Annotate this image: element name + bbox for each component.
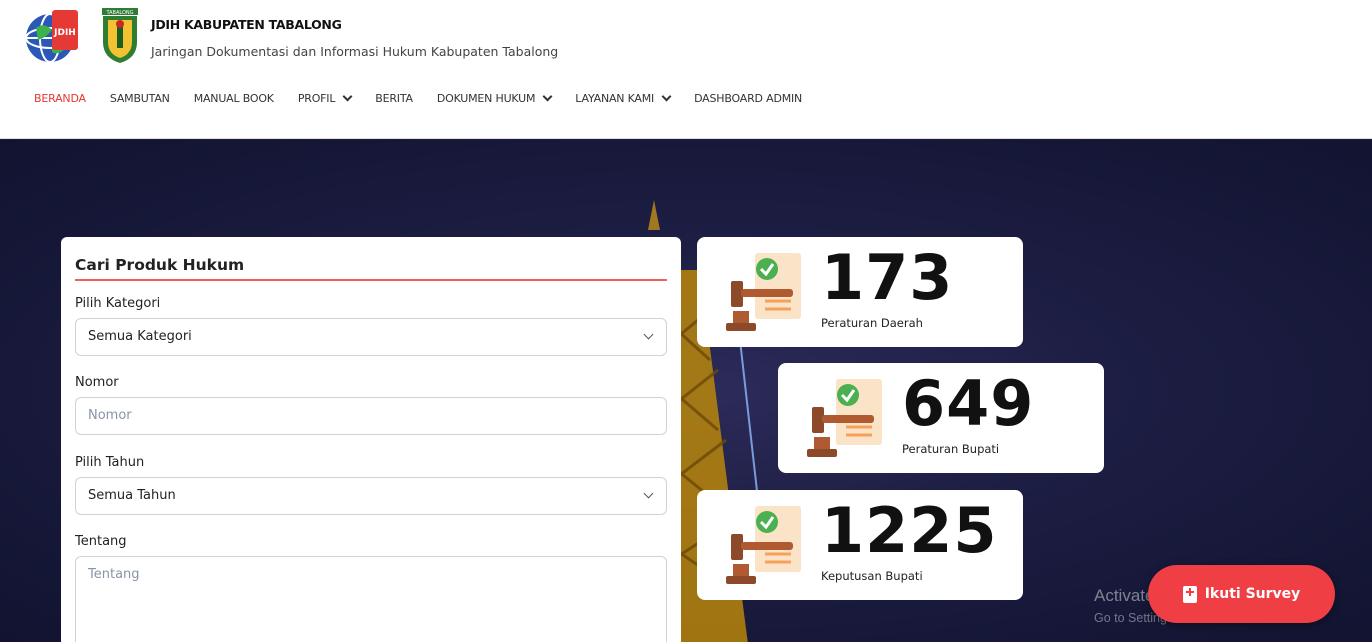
nav-dashboard-admin-label: DASHBOARD ADMIN [694, 91, 803, 105]
nav-sambutan-label: SAMBUTAN [109, 91, 170, 105]
nomor-placeholder: Nomor [88, 408, 132, 423]
nav-sambutan[interactable]: SAMBUTAN [110, 92, 170, 105]
survey-button[interactable]: Ikuti Survey [1148, 565, 1335, 623]
svg-text:JDIH: JDIH [53, 28, 76, 38]
site-header: JDIH TABALONG JDIH KABUPATEN TABALONG Ja… [0, 0, 1372, 139]
stat-number: 649 [902, 367, 1035, 440]
nomor-label: Nomor [75, 375, 119, 390]
nav-beranda[interactable]: BERANDA [34, 92, 86, 105]
kategori-label: Pilih Kategori [75, 296, 161, 311]
nav-dashboard-admin[interactable]: DASHBOARD ADMIN [694, 92, 802, 105]
site-title: JDIH KABUPATEN TABALONG [151, 17, 342, 32]
nav-manual-book[interactable]: MANUAL BOOK [194, 92, 274, 105]
tentang-textarea[interactable]: Tentang [75, 556, 667, 642]
chevron-down-icon [643, 329, 654, 340]
stat-label: Peraturan Daerah [821, 316, 923, 330]
svg-text:TABALONG: TABALONG [105, 10, 133, 16]
tahun-label: Pilih Tahun [75, 455, 145, 470]
gavel-document-icon [726, 506, 801, 584]
main-nav: BERANDA SAMBUTAN MANUAL BOOK PROFIL BERI… [34, 89, 826, 107]
survey-button-label: Ikuti Survey [1204, 586, 1301, 602]
nav-berita-label: BERITA [375, 91, 413, 105]
survey-form-icon [1182, 585, 1197, 603]
stat-label: Peraturan Bupati [902, 442, 1000, 456]
nav-berita[interactable]: BERITA [375, 92, 413, 105]
chevron-down-icon [643, 488, 654, 499]
gavel-document-icon [726, 253, 801, 331]
stat-card-peraturan-bupati[interactable]: 649 Peraturan Bupati [778, 363, 1104, 473]
chevron-down-icon [542, 91, 553, 101]
tentang-placeholder: Tentang [88, 567, 140, 582]
nav-profil[interactable]: PROFIL [297, 91, 353, 105]
search-form-card: Cari Produk Hukum Pilih Kategori Semua K… [61, 237, 681, 642]
tentang-label: Tentang [75, 534, 127, 549]
kategori-value: Semua Kategori [88, 329, 192, 344]
stat-card-keputusan-bupati[interactable]: 1225 Keputusan Bupati [697, 490, 1023, 600]
stat-card-peraturan-daerah[interactable]: 173 Peraturan Daerah [697, 237, 1023, 347]
site-subtitle: Jaringan Dokumentasi dan Informasi Hukum… [151, 44, 559, 59]
stat-number: 173 [821, 241, 954, 314]
title-divider [75, 279, 667, 281]
kategori-select[interactable]: Semua Kategori [75, 318, 667, 356]
jdih-logo[interactable]: JDIH [22, 8, 84, 66]
nav-beranda-label: BERANDA [34, 91, 86, 105]
tabalong-crest: TABALONG [102, 8, 138, 63]
search-card-title: Cari Produk Hukum [75, 256, 245, 274]
gavel-document-icon [807, 379, 882, 457]
nav-profil-label: PROFIL [297, 91, 336, 105]
chevron-down-icon [661, 91, 672, 101]
stat-number: 1225 [821, 494, 998, 567]
tahun-select[interactable]: Semua Tahun [75, 477, 667, 515]
stat-label: Keputusan Bupati [821, 569, 923, 583]
nomor-input[interactable]: Nomor [75, 397, 667, 435]
nav-dokumen-hukum-label: DOKUMEN HUKUM [436, 91, 536, 105]
nav-dokumen-hukum[interactable]: DOKUMEN HUKUM [436, 91, 553, 105]
chevron-down-icon [342, 91, 353, 101]
nav-layanan-kami[interactable]: LAYANAN KAMI [575, 91, 672, 105]
tahun-value: Semua Tahun [88, 488, 176, 503]
nav-manual-book-label: MANUAL BOOK [193, 91, 274, 105]
nav-layanan-kami-label: LAYANAN KAMI [575, 91, 655, 105]
